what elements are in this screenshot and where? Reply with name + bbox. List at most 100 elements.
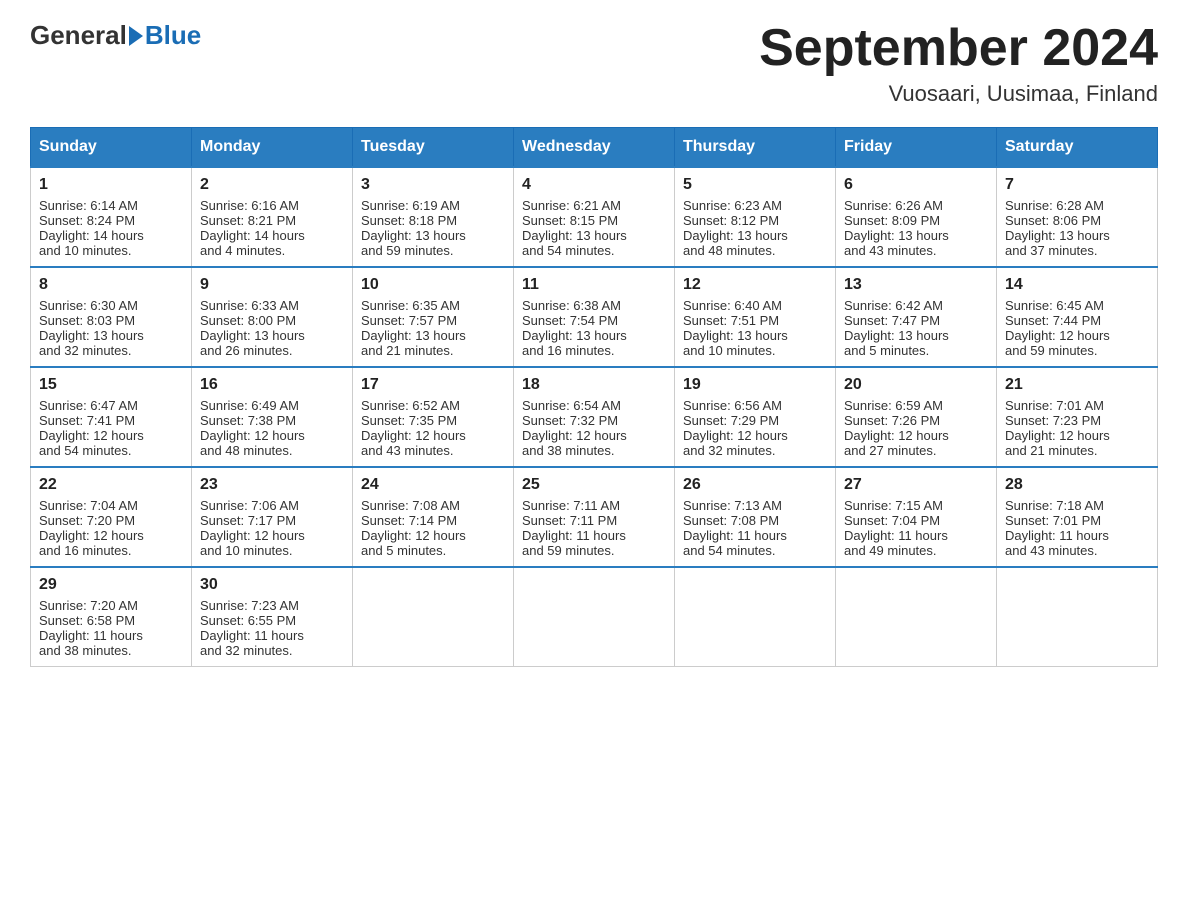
cell-info: Sunrise: 7:08 AMSunset: 7:14 PMDaylight:… — [361, 498, 505, 558]
day-number: 17 — [361, 376, 505, 394]
day-number: 26 — [683, 476, 827, 494]
calendar-cell-day-12: 12 Sunrise: 6:40 AMSunset: 7:51 PMDayligh… — [675, 267, 836, 367]
day-number: 14 — [1005, 276, 1149, 294]
cell-info: Sunrise: 6:47 AMSunset: 7:41 PMDaylight:… — [39, 398, 183, 458]
calendar-cell-day-11: 11 Sunrise: 6:38 AMSunset: 7:54 PMDayligh… — [514, 267, 675, 367]
calendar-cell-day-25: 25 Sunrise: 7:11 AMSunset: 7:11 PMDayligh… — [514, 467, 675, 567]
logo-arrow-icon — [129, 26, 143, 46]
calendar-week-row: 1Sunrise: 6:14 AMSunset: 8:24 PMDaylight… — [31, 167, 1158, 267]
location-subtitle: Vuosaari, Uusimaa, Finland — [759, 81, 1158, 107]
calendar-cell-day-28: 28 Sunrise: 7:18 AMSunset: 7:01 PMDayligh… — [997, 467, 1158, 567]
empty-cell — [353, 567, 514, 667]
calendar-cell-day-10: 10Sunrise: 6:35 AMSunset: 7:57 PMDayligh… — [353, 267, 514, 367]
calendar-cell-day-19: 19 Sunrise: 6:56 AMSunset: 7:29 PMDayligh… — [675, 367, 836, 467]
day-number: 6 — [844, 176, 988, 194]
day-number: 27 — [844, 476, 988, 494]
cell-info: Sunrise: 7:18 AMSunset: 7:01 PMDaylight:… — [1005, 498, 1149, 558]
day-number: 30 — [200, 576, 344, 594]
day-number: 19 — [683, 376, 827, 394]
col-header-monday: Monday — [192, 128, 353, 168]
calendar-cell-day-18: 18 Sunrise: 6:54 AMSunset: 7:32 PMDayligh… — [514, 367, 675, 467]
cell-info: Sunrise: 6:23 AMSunset: 8:12 PMDaylight:… — [683, 198, 827, 258]
cell-info: Sunrise: 7:04 AMSunset: 7:20 PMDaylight:… — [39, 498, 183, 558]
calendar-cell-day-29: 29 Sunrise: 7:20 AMSunset: 6:58 PMDayligh… — [31, 567, 192, 667]
cell-info: Sunrise: 6:19 AMSunset: 8:18 PMDaylight:… — [361, 198, 505, 258]
empty-cell — [675, 567, 836, 667]
calendar-cell-day-2: 2 Sunrise: 6:16 AMSunset: 8:21 PMDaylight… — [192, 167, 353, 267]
cell-info: Sunrise: 6:56 AMSunset: 7:29 PMDaylight:… — [683, 398, 827, 458]
cell-info: Sunrise: 6:59 AMSunset: 7:26 PMDaylight:… — [844, 398, 988, 458]
cell-info: Sunrise: 6:40 AMSunset: 7:51 PMDaylight:… — [683, 298, 827, 358]
col-header-wednesday: Wednesday — [514, 128, 675, 168]
calendar-cell-day-26: 26 Sunrise: 7:13 AMSunset: 7:08 PMDayligh… — [675, 467, 836, 567]
calendar-cell-day-5: 5 Sunrise: 6:23 AMSunset: 8:12 PMDaylight… — [675, 167, 836, 267]
day-number: 3 — [361, 176, 505, 194]
day-number: 4 — [522, 176, 666, 194]
cell-info: Sunrise: 6:49 AMSunset: 7:38 PMDaylight:… — [200, 398, 344, 458]
empty-cell — [836, 567, 997, 667]
logo-blue-text: Blue — [145, 20, 201, 51]
calendar-header-row: SundayMondayTuesdayWednesdayThursdayFrid… — [31, 128, 1158, 168]
day-number: 23 — [200, 476, 344, 494]
day-number: 15 — [39, 376, 183, 394]
empty-cell — [997, 567, 1158, 667]
cell-info: Sunrise: 6:42 AMSunset: 7:47 PMDaylight:… — [844, 298, 988, 358]
day-number: 25 — [522, 476, 666, 494]
calendar-cell-day-14: 14Sunrise: 6:45 AMSunset: 7:44 PMDayligh… — [997, 267, 1158, 367]
cell-info: Sunrise: 7:11 AMSunset: 7:11 PMDaylight:… — [522, 498, 666, 558]
calendar-table: SundayMondayTuesdayWednesdayThursdayFrid… — [30, 127, 1158, 667]
cell-info: Sunrise: 7:06 AMSunset: 7:17 PMDaylight:… — [200, 498, 344, 558]
logo-general-text: General — [30, 20, 127, 51]
calendar-cell-day-4: 4 Sunrise: 6:21 AMSunset: 8:15 PMDaylight… — [514, 167, 675, 267]
title-block: September 2024 Vuosaari, Uusimaa, Finlan… — [759, 20, 1158, 107]
day-number: 21 — [1005, 376, 1149, 394]
cell-info: Sunrise: 6:33 AMSunset: 8:00 PMDaylight:… — [200, 298, 344, 358]
day-number: 11 — [522, 276, 666, 294]
day-number: 28 — [1005, 476, 1149, 494]
month-title: September 2024 — [759, 20, 1158, 77]
cell-info: Sunrise: 6:28 AMSunset: 8:06 PMDaylight:… — [1005, 198, 1149, 258]
calendar-cell-day-13: 13Sunrise: 6:42 AMSunset: 7:47 PMDayligh… — [836, 267, 997, 367]
calendar-week-row: 15 Sunrise: 6:47 AMSunset: 7:41 PMDayligh… — [31, 367, 1158, 467]
col-header-thursday: Thursday — [675, 128, 836, 168]
cell-info: Sunrise: 6:38 AMSunset: 7:54 PMDaylight:… — [522, 298, 666, 358]
col-header-saturday: Saturday — [997, 128, 1158, 168]
cell-info: Sunrise: 6:52 AMSunset: 7:35 PMDaylight:… — [361, 398, 505, 458]
day-number: 29 — [39, 576, 183, 594]
cell-info: Sunrise: 6:30 AMSunset: 8:03 PMDaylight:… — [39, 298, 183, 358]
calendar-cell-day-3: 3 Sunrise: 6:19 AMSunset: 8:18 PMDaylight… — [353, 167, 514, 267]
day-number: 22 — [39, 476, 183, 494]
cell-info: Sunrise: 7:13 AMSunset: 7:08 PMDaylight:… — [683, 498, 827, 558]
calendar-cell-day-8: 8Sunrise: 6:30 AMSunset: 8:03 PMDaylight… — [31, 267, 192, 367]
calendar-cell-day-22: 22 Sunrise: 7:04 AMSunset: 7:20 PMDayligh… — [31, 467, 192, 567]
calendar-week-row: 8Sunrise: 6:30 AMSunset: 8:03 PMDaylight… — [31, 267, 1158, 367]
calendar-cell-day-21: 21Sunrise: 7:01 AMSunset: 7:23 PMDayligh… — [997, 367, 1158, 467]
calendar-cell-day-15: 15 Sunrise: 6:47 AMSunset: 7:41 PMDayligh… — [31, 367, 192, 467]
calendar-cell-day-24: 24 Sunrise: 7:08 AMSunset: 7:14 PMDayligh… — [353, 467, 514, 567]
cell-info: Sunrise: 6:14 AMSunset: 8:24 PMDaylight:… — [39, 198, 183, 258]
cell-info: Sunrise: 6:16 AMSunset: 8:21 PMDaylight:… — [200, 198, 344, 258]
calendar-cell-day-23: 23 Sunrise: 7:06 AMSunset: 7:17 PMDayligh… — [192, 467, 353, 567]
cell-info: Sunrise: 7:23 AMSunset: 6:55 PMDaylight:… — [200, 598, 344, 658]
day-number: 5 — [683, 176, 827, 194]
calendar-cell-day-7: 7 Sunrise: 6:28 AMSunset: 8:06 PMDaylight… — [997, 167, 1158, 267]
day-number: 18 — [522, 376, 666, 394]
calendar-cell-day-16: 16Sunrise: 6:49 AMSunset: 7:38 PMDayligh… — [192, 367, 353, 467]
day-number: 9 — [200, 276, 344, 294]
day-number: 7 — [1005, 176, 1149, 194]
calendar-cell-day-27: 27Sunrise: 7:15 AMSunset: 7:04 PMDayligh… — [836, 467, 997, 567]
calendar-week-row: 29 Sunrise: 7:20 AMSunset: 6:58 PMDayligh… — [31, 567, 1158, 667]
cell-info: Sunrise: 6:54 AMSunset: 7:32 PMDaylight:… — [522, 398, 666, 458]
col-header-tuesday: Tuesday — [353, 128, 514, 168]
day-number: 12 — [683, 276, 827, 294]
calendar-cell-day-30: 30 Sunrise: 7:23 AMSunset: 6:55 PMDayligh… — [192, 567, 353, 667]
cell-info: Sunrise: 6:21 AMSunset: 8:15 PMDaylight:… — [522, 198, 666, 258]
calendar-cell-day-9: 9 Sunrise: 6:33 AMSunset: 8:00 PMDaylight… — [192, 267, 353, 367]
day-number: 24 — [361, 476, 505, 494]
calendar-cell-day-6: 6 Sunrise: 6:26 AMSunset: 8:09 PMDaylight… — [836, 167, 997, 267]
day-number: 2 — [200, 176, 344, 194]
cell-info: Sunrise: 6:26 AMSunset: 8:09 PMDaylight:… — [844, 198, 988, 258]
page-header: General Blue September 2024 Vuosaari, Uu… — [30, 20, 1158, 107]
calendar-cell-day-20: 20Sunrise: 6:59 AMSunset: 7:26 PMDayligh… — [836, 367, 997, 467]
cell-info: Sunrise: 7:20 AMSunset: 6:58 PMDaylight:… — [39, 598, 183, 658]
